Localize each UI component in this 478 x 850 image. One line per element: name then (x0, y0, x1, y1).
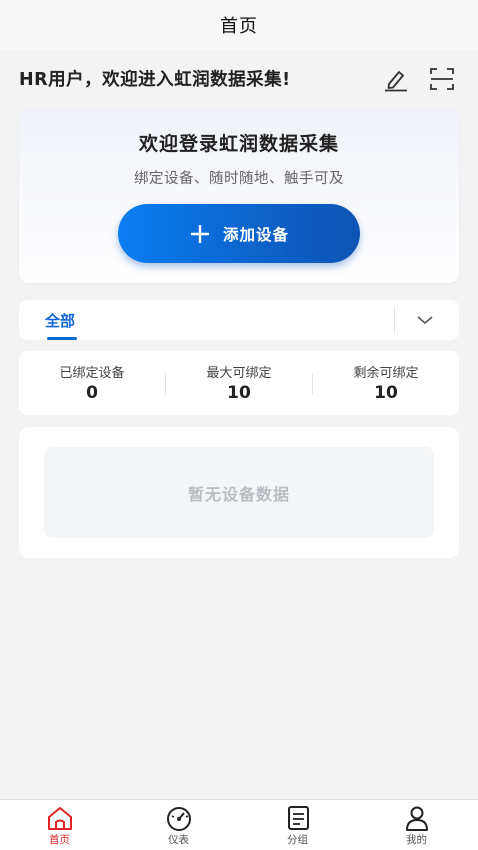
filter-tab-bar: 全部 (19, 300, 459, 340)
welcome-subtitle: 绑定设备、随时随地、触手可及 (134, 171, 344, 187)
empty-state: 暂无设备数据 (44, 447, 434, 538)
bottom-tab-bar: 首页 仪表 分组 我的 (0, 799, 478, 850)
plus-icon (190, 224, 209, 243)
stat-value: 10 (227, 383, 251, 403)
tab-dropdown-button[interactable] (407, 308, 443, 332)
bottom-tab-label: 分组 (287, 834, 308, 846)
add-device-button[interactable]: 添加设备 (118, 204, 360, 263)
bottom-tab-gauge[interactable]: 仪表 (119, 800, 238, 850)
stat-bound-devices: 已绑定设备 0 (19, 351, 165, 415)
scan-icon (430, 68, 454, 90)
scan-button[interactable] (428, 66, 456, 92)
stat-remaining-bindable: 剩余可绑定 10 (313, 351, 459, 415)
stat-value: 10 (374, 383, 398, 403)
group-list-icon (288, 806, 309, 830)
tab-all[interactable]: 全部 (45, 300, 75, 340)
tab-all-label: 全部 (45, 311, 76, 330)
device-list-card: 暂无设备数据 (19, 427, 459, 558)
welcome-card: 欢迎登录虹润数据采集 绑定设备、随时随地、触手可及 添加设备 (19, 109, 459, 283)
stat-label: 最大可绑定 (206, 366, 272, 381)
tab-active-indicator (47, 337, 77, 340)
gauge-icon (167, 807, 191, 831)
bottom-tab-group[interactable]: 分组 (238, 800, 357, 850)
bottom-tab-label: 我的 (406, 834, 427, 846)
user-icon (406, 806, 428, 831)
bottom-tab-label: 首页 (49, 834, 70, 846)
tab-divider (394, 306, 395, 334)
stat-max-bindable: 最大可绑定 10 (166, 351, 312, 415)
page-title: 首页 (220, 16, 258, 37)
stat-label: 剩余可绑定 (353, 366, 419, 381)
edit-button[interactable] (382, 66, 410, 92)
edit-pen-icon (385, 71, 407, 92)
bottom-tab-home[interactable]: 首页 (0, 800, 119, 850)
stats-card: 已绑定设备 0 最大可绑定 10 剩余可绑定 10 (19, 351, 459, 415)
greeting-text: HR用户，欢迎进入虹润数据采集! (19, 69, 291, 90)
nav-bar: 首页 (0, 0, 478, 50)
stat-label: 已绑定设备 (59, 366, 125, 381)
add-device-label: 添加设备 (222, 225, 289, 244)
stat-value: 0 (86, 383, 98, 403)
bottom-tab-profile[interactable]: 我的 (357, 800, 476, 850)
home-icon (48, 807, 72, 830)
empty-state-text: 暂无设备数据 (187, 484, 290, 504)
bottom-tab-label: 仪表 (168, 834, 189, 846)
chevron-down-icon (417, 316, 433, 325)
welcome-title: 欢迎登录虹润数据采集 (138, 133, 339, 155)
greeting-row: HR用户，欢迎进入虹润数据采集! (0, 58, 478, 98)
